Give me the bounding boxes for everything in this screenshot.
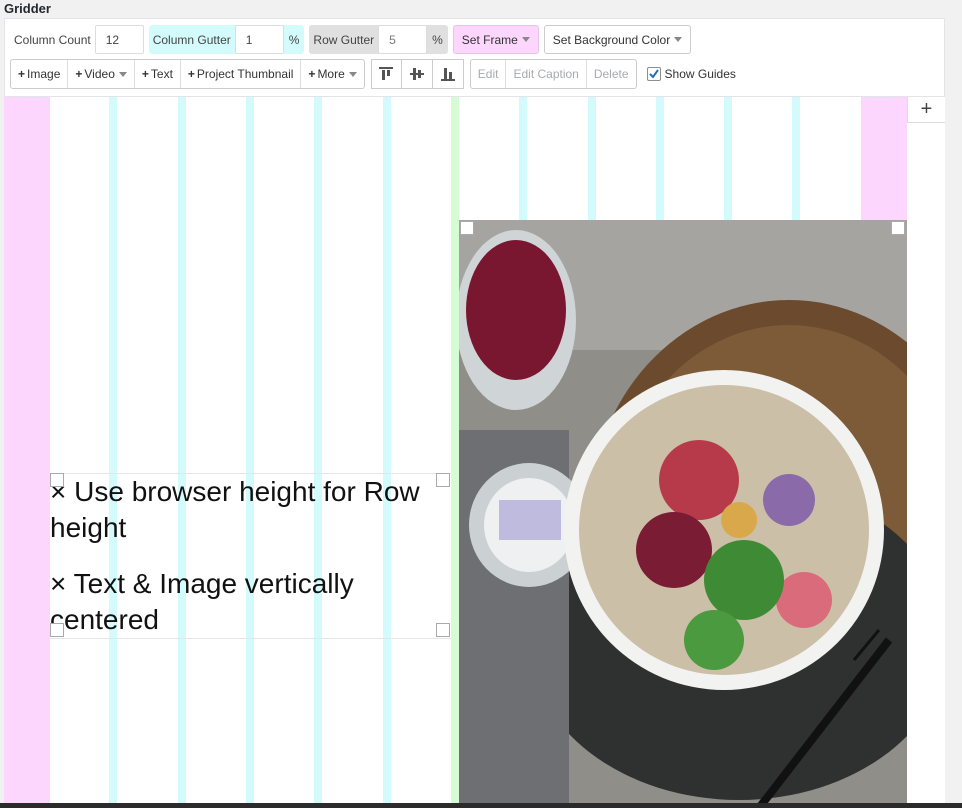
set-frame-dropdown[interactable]: Set Frame [452, 25, 539, 54]
row-gutter-label: Row Gutter [313, 32, 375, 47]
checkmark-icon [648, 69, 659, 79]
set-background-color-label: Set Background Color [552, 32, 671, 47]
row-gutter-input[interactable]: 5 [378, 25, 428, 54]
gridder-app: Gridder Column Count 12 Column Gutter 1 … [0, 0, 962, 808]
page-title: Gridder [4, 1, 51, 16]
plus-icon: + [141, 67, 149, 81]
text-resize-handle-top-left[interactable] [50, 473, 64, 487]
text-resize-handle-bottom-right[interactable] [436, 623, 450, 637]
text-line-2: × Text & Image vertically centered [50, 568, 354, 635]
add-project-thumbnail-button[interactable]: + Project Thumbnail [181, 60, 302, 88]
frame-guide-left [4, 97, 50, 808]
align-bottom-button[interactable] [432, 59, 464, 89]
add-project-thumbnail-label: Project Thumbnail [196, 67, 294, 81]
add-column-button[interactable]: + [907, 97, 945, 123]
edit-group: Edit Edit Caption Delete [469, 59, 637, 89]
toolbar-row-actions: + Image + Video + Text + Project Thumbnail +… [10, 59, 736, 89]
column-guide [519, 97, 527, 220]
column-guide [178, 97, 186, 808]
chevron-down-icon [118, 71, 127, 77]
column-gutter-unit: % [288, 32, 300, 47]
column-guide [724, 97, 732, 220]
add-text-label: Text [150, 67, 173, 81]
align-middle-icon [409, 68, 424, 80]
plus-icon: + [75, 67, 83, 81]
toolbar: Column Count 12 Column Gutter 1 % Row Gu… [4, 18, 945, 97]
edit-caption-button[interactable]: Edit Caption [506, 60, 587, 88]
add-text-button[interactable]: + Text [135, 60, 181, 88]
align-top-icon [379, 67, 394, 80]
plus-icon: + [18, 67, 26, 81]
align-bottom-icon [440, 68, 455, 81]
bottom-bar [0, 803, 962, 808]
column-guide [109, 97, 117, 808]
plus-icon: + [187, 67, 195, 81]
align-top-button[interactable] [370, 59, 402, 89]
add-element-group: + Image + Video + Text + Project Thumbnail +… [10, 59, 365, 89]
delete-button[interactable]: Delete [587, 60, 636, 88]
chevron-down-icon [674, 37, 683, 42]
image-resize-handle-top-right[interactable] [891, 221, 905, 235]
show-guides-checkbox[interactable] [646, 67, 661, 81]
chevron-down-icon [521, 37, 530, 42]
text-line-1: × Use browser height for Row height [50, 476, 420, 543]
column-guide [314, 97, 322, 808]
set-background-color-dropdown[interactable]: Set Background Color [543, 25, 692, 54]
column-count-label: Column Count [14, 32, 91, 47]
row-gutter-unit: % [432, 32, 443, 47]
column-guide [383, 97, 391, 808]
food-bowl-image[interactable] [459, 220, 907, 808]
add-video-button[interactable]: + Video [68, 60, 135, 88]
row-gutter-group: Row Gutter 5 % [309, 25, 448, 54]
text-resize-handle-bottom-left[interactable] [50, 623, 64, 637]
vertical-align-group [370, 59, 464, 89]
column-count-input[interactable]: 12 [94, 25, 144, 54]
edit-button[interactable]: Edit [471, 60, 507, 88]
column-gutter-input[interactable]: 1 [234, 25, 284, 54]
plus-icon: + [308, 67, 316, 81]
show-guides-toggle[interactable]: Show Guides [646, 67, 736, 81]
align-middle-button[interactable] [401, 59, 433, 89]
food-bowl-picture [459, 220, 907, 808]
more-label: More [317, 67, 345, 81]
column-gutter-group: Column Gutter 1 % [148, 25, 305, 54]
grid-canvas[interactable]: × Use browser height for Row height × Te… [4, 97, 945, 808]
column-guide [656, 97, 664, 220]
column-gutter-label: Column Gutter [152, 32, 231, 47]
set-frame-label: Set Frame [461, 32, 518, 47]
show-guides-label: Show Guides [664, 67, 736, 81]
add-video-label: Video [84, 67, 115, 81]
column-guide [246, 97, 254, 808]
chevron-down-icon [348, 71, 357, 77]
add-image-label: Image [27, 67, 61, 81]
center-guide [451, 97, 459, 808]
frame-guide-right [861, 97, 907, 220]
text-element[interactable]: × Use browser height for Row height × Te… [50, 473, 451, 639]
add-image-button[interactable]: + Image [11, 60, 69, 88]
toolbar-row-settings: Column Count 12 Column Gutter 1 % Row Gu… [10, 25, 692, 54]
column-guide [792, 97, 800, 220]
image-resize-handle-top-left[interactable] [460, 221, 474, 235]
more-button[interactable]: + More [301, 60, 363, 88]
column-guide [588, 97, 596, 220]
text-resize-handle-top-right[interactable] [436, 473, 450, 487]
